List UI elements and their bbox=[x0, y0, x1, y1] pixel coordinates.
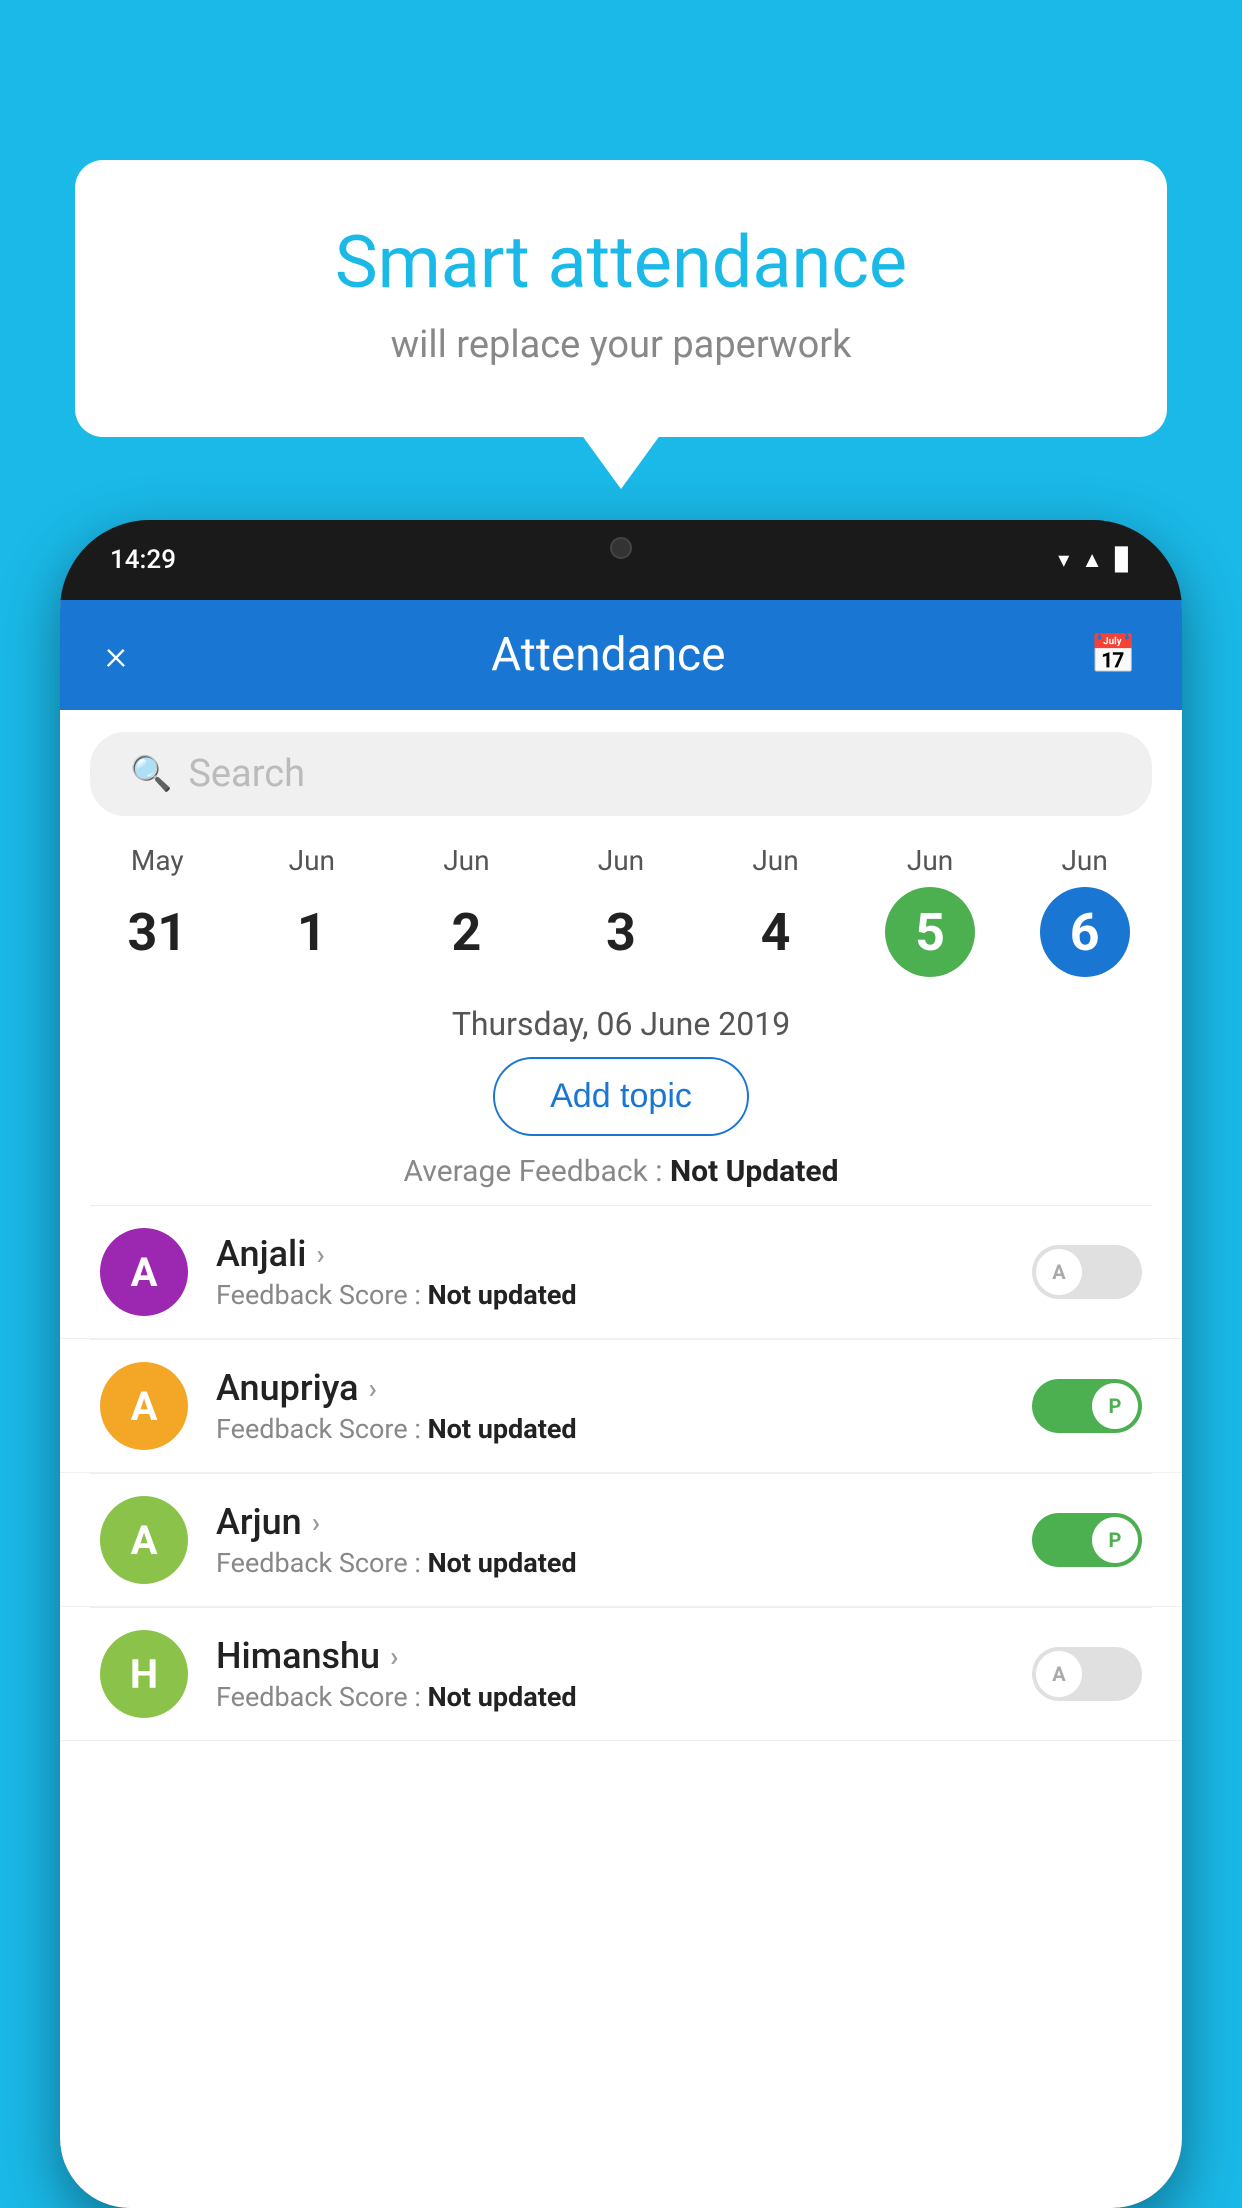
student-name: Anjali › bbox=[216, 1233, 1004, 1275]
toggle-knob: A bbox=[1036, 1651, 1082, 1697]
close-button[interactable]: × bbox=[105, 631, 127, 680]
phone-frame: 14:29 ▾ ▲ ▊ × Attendance 📅 🔍 Search May 3… bbox=[60, 520, 1182, 2208]
toggle-knob: A bbox=[1036, 1249, 1082, 1295]
cal-date-number: 5 bbox=[885, 887, 975, 977]
calendar-day-6[interactable]: Jun 6 bbox=[1025, 836, 1145, 985]
status-time: 14:29 bbox=[110, 545, 176, 575]
camera-dot bbox=[610, 537, 632, 559]
student-avatar: A bbox=[100, 1228, 188, 1316]
cal-month-label: Jun bbox=[598, 844, 644, 877]
cal-date-number: 31 bbox=[112, 887, 202, 977]
calendar-day-3[interactable]: Jun 3 bbox=[561, 836, 681, 985]
student-info: Anupriya › Feedback Score : Not updated bbox=[216, 1367, 1004, 1445]
cal-month-label: Jun bbox=[907, 844, 953, 877]
chevron-right-icon: › bbox=[369, 1372, 377, 1405]
cal-month-label: May bbox=[131, 844, 184, 877]
cal-date-number: 1 bbox=[267, 887, 357, 977]
student-name: Arjun › bbox=[216, 1501, 1004, 1543]
toggle-knob: P bbox=[1092, 1383, 1138, 1429]
student-info: Anjali › Feedback Score : Not updated bbox=[216, 1233, 1004, 1311]
add-topic-button[interactable]: Add topic bbox=[493, 1057, 749, 1136]
student-item-himanshu[interactable]: H Himanshu › Feedback Score : Not updated A bbox=[60, 1608, 1182, 1741]
student-item-anjali[interactable]: A Anjali › Feedback Score : Not updated A bbox=[60, 1206, 1182, 1339]
calendar-day-5[interactable]: Jun 5 bbox=[870, 836, 990, 985]
student-avatar: A bbox=[100, 1362, 188, 1450]
calendar-strip: May 31 Jun 1 Jun 2 Jun 3 Jun 4 Jun 5 Jun 6 bbox=[60, 826, 1182, 985]
cal-month-label: Jun bbox=[752, 844, 798, 877]
signal-icon: ▲ bbox=[1081, 547, 1103, 573]
calendar-day-31[interactable]: May 31 bbox=[97, 836, 217, 985]
attendance-toggle-anjali[interactable]: A bbox=[1032, 1245, 1142, 1299]
chevron-right-icon: › bbox=[312, 1506, 320, 1539]
chevron-right-icon: › bbox=[390, 1640, 398, 1673]
avg-feedback: Average Feedback : Not Updated bbox=[60, 1154, 1182, 1189]
student-info: Himanshu › Feedback Score : Not updated bbox=[216, 1635, 1004, 1713]
student-feedback: Feedback Score : Not updated bbox=[216, 1681, 1004, 1713]
app-screen: × Attendance 📅 🔍 Search May31Jun1Jun2Jun… bbox=[60, 600, 1182, 2208]
cal-month-label: Jun bbox=[1061, 844, 1107, 877]
student-name: Himanshu › bbox=[216, 1635, 1004, 1677]
search-icon: 🔍 bbox=[130, 754, 172, 794]
student-item-arjun[interactable]: A Arjun › Feedback Score : Not updated P bbox=[60, 1474, 1182, 1607]
cal-month-label: Jun bbox=[443, 844, 489, 877]
student-avatar: H bbox=[100, 1630, 188, 1718]
cal-month-label: Jun bbox=[289, 844, 335, 877]
student-feedback: Feedback Score : Not updated bbox=[216, 1547, 1004, 1579]
search-bar[interactable]: 🔍 Search bbox=[90, 732, 1152, 816]
calendar-day-4[interactable]: Jun 4 bbox=[716, 836, 836, 985]
bubble-title: Smart attendance bbox=[155, 220, 1087, 305]
cal-date-number: 3 bbox=[576, 887, 666, 977]
student-avatar: A bbox=[100, 1496, 188, 1584]
attendance-toggle-himanshu[interactable]: A bbox=[1032, 1647, 1142, 1701]
student-feedback: Feedback Score : Not updated bbox=[216, 1413, 1004, 1445]
student-item-anupriya[interactable]: A Anupriya › Feedback Score : Not updated P bbox=[60, 1340, 1182, 1473]
student-list: AAnjali ›Feedback Score : Not updatedAAA… bbox=[60, 1206, 1182, 2208]
calendar-icon[interactable]: 📅 bbox=[1090, 633, 1137, 677]
cal-date-number: 4 bbox=[731, 887, 821, 977]
status-bar: 14:29 ▾ ▲ ▊ bbox=[60, 520, 1182, 600]
speech-bubble: Smart attendance will replace your paper… bbox=[75, 160, 1167, 437]
app-header: × Attendance 📅 bbox=[60, 600, 1182, 710]
wifi-icon: ▾ bbox=[1058, 548, 1069, 573]
status-icons: ▾ ▲ ▊ bbox=[1058, 547, 1132, 573]
app-title: Attendance bbox=[491, 628, 725, 682]
cal-date-number: 6 bbox=[1040, 887, 1130, 977]
bubble-subtitle: will replace your paperwork bbox=[155, 323, 1087, 367]
student-feedback: Feedback Score : Not updated bbox=[216, 1279, 1004, 1311]
selected-date-label: Thursday, 06 June 2019 bbox=[60, 1005, 1182, 1043]
phone-notch bbox=[531, 520, 711, 575]
avg-feedback-label: Average Feedback : bbox=[404, 1154, 670, 1189]
cal-date-number: 2 bbox=[421, 887, 511, 977]
toggle-knob: P bbox=[1092, 1517, 1138, 1563]
calendar-day-1[interactable]: Jun 1 bbox=[252, 836, 372, 985]
chevron-right-icon: › bbox=[316, 1238, 324, 1271]
student-name: Anupriya › bbox=[216, 1367, 1004, 1409]
battery-icon: ▊ bbox=[1115, 548, 1132, 573]
calendar-day-2[interactable]: Jun 2 bbox=[406, 836, 526, 985]
avg-feedback-value: Not Updated bbox=[670, 1154, 839, 1189]
attendance-toggle-arjun[interactable]: P bbox=[1032, 1513, 1142, 1567]
search-input[interactable]: Search bbox=[188, 752, 305, 796]
student-info: Arjun › Feedback Score : Not updated bbox=[216, 1501, 1004, 1579]
attendance-toggle-anupriya[interactable]: P bbox=[1032, 1379, 1142, 1433]
